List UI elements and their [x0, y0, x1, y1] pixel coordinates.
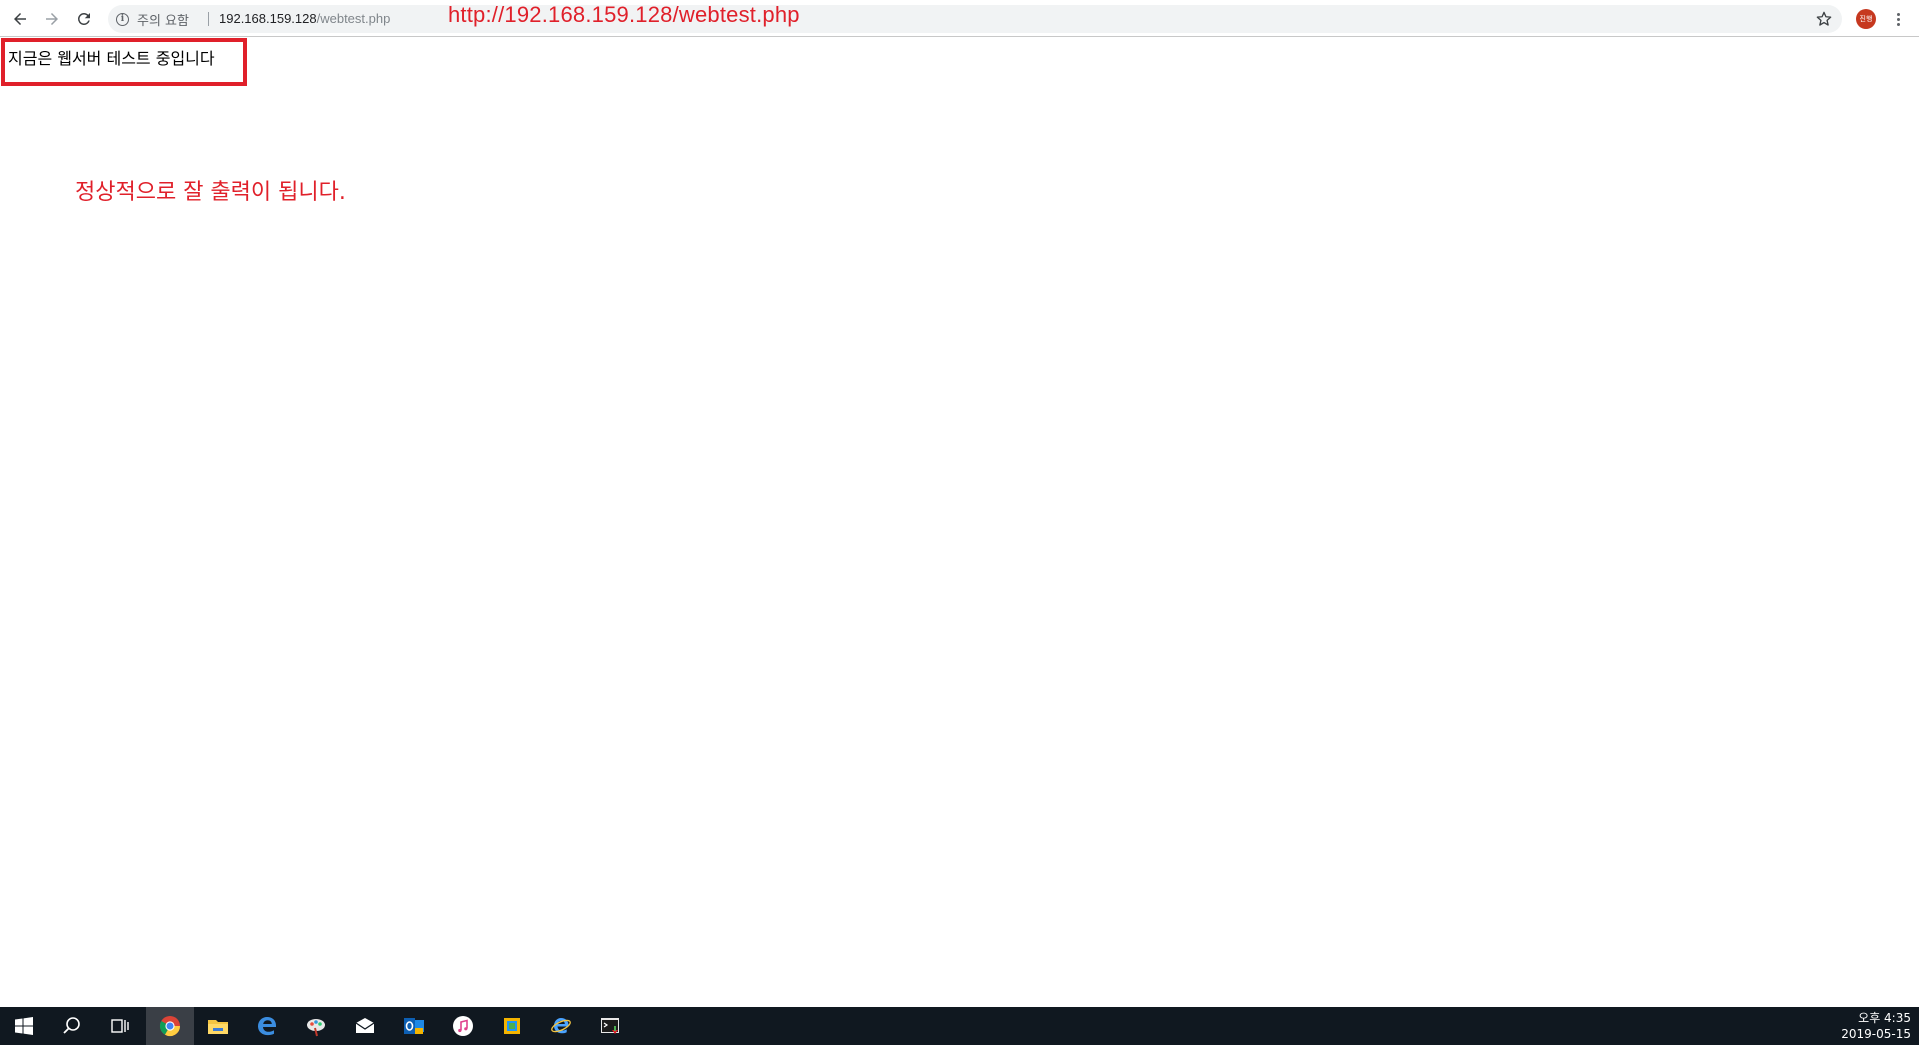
clock-date: 2019-05-15 — [1841, 1027, 1911, 1041]
url-path: /webtest.php — [316, 11, 391, 26]
windows-logo-icon — [15, 1017, 33, 1035]
url-text[interactable]: 192.168.159.128/webtest.php — [219, 5, 390, 33]
taskbar-edge[interactable] — [243, 1007, 291, 1045]
browser-toolbar: i 주의 요함 192.168.159.128/webtest.php http… — [0, 0, 1919, 37]
mail-icon — [355, 1018, 375, 1033]
bookmark-star-button[interactable] — [1814, 9, 1834, 29]
chrome-icon — [159, 1016, 181, 1037]
taskbar-terminal[interactable] — [586, 1007, 634, 1045]
info-icon: i — [116, 12, 129, 26]
paint-icon — [307, 1019, 325, 1037]
folder-icon — [208, 1020, 228, 1034]
page-body-text: 지금은 웹서버 테스트 중입니다 — [8, 49, 215, 68]
task-view-icon — [111, 1019, 129, 1033]
security-label: 주의 요함 — [137, 13, 189, 29]
task-view-button[interactable] — [96, 1007, 144, 1045]
taskbar-chrome[interactable] — [146, 1007, 194, 1045]
url-separator — [208, 12, 209, 26]
browser-menu-button[interactable] — [1888, 8, 1908, 30]
kebab-dot — [1896, 12, 1900, 16]
taskbar-itunes[interactable] — [439, 1007, 487, 1045]
profile-initials: 진행 — [1859, 15, 1873, 23]
itunes-icon — [453, 1016, 473, 1036]
site-info-button[interactable]: i 주의 요함 — [116, 5, 189, 33]
arrow-left-icon — [14, 13, 26, 25]
kebab-dot — [1896, 22, 1900, 26]
system-clock[interactable]: 오후 4:35 2019-05-15 — [1841, 1010, 1911, 1042]
star-icon — [1816, 11, 1832, 26]
url-host: 192.168.159.128 — [219, 11, 317, 26]
taskbar-store[interactable] — [488, 1007, 536, 1045]
result-annotation: 정상적으로 잘 출력이 됩니다. — [75, 180, 346, 205]
taskbar-mail[interactable] — [341, 1007, 389, 1045]
edge-icon — [258, 1017, 276, 1036]
reload-icon — [77, 12, 90, 25]
taskbar-search-button[interactable] — [48, 1007, 96, 1045]
taskbar-outlook[interactable] — [390, 1007, 438, 1045]
url-annotation: http://192.168.159.128/webtest.php — [448, 2, 800, 27]
reload-button[interactable] — [70, 5, 98, 33]
back-button[interactable] — [6, 5, 34, 33]
terminal-icon — [601, 1018, 619, 1034]
outlook-icon — [404, 1018, 424, 1034]
clock-time: 오후 4:35 — [1858, 1011, 1911, 1025]
forward-button[interactable] — [38, 5, 66, 33]
start-button[interactable] — [0, 1007, 48, 1045]
ie-icon — [551, 1018, 571, 1034]
kebab-dot — [1896, 17, 1900, 21]
taskbar-paint[interactable] — [292, 1007, 340, 1045]
taskbar-internet-explorer[interactable] — [537, 1007, 585, 1045]
arrow-right-icon — [46, 13, 58, 25]
profile-avatar[interactable]: 진행 — [1856, 9, 1876, 29]
address-bar[interactable]: i 주의 요함 192.168.159.128/webtest.php — [108, 5, 1842, 33]
store-icon — [504, 1018, 520, 1034]
page-viewport: 지금은 웹서버 테스트 중입니다 정상적으로 잘 출력이 됩니다. — [0, 37, 1919, 1007]
taskbar-file-explorer[interactable] — [194, 1007, 242, 1045]
windows-taskbar: 오후 4:35 2019-05-15 — [0, 1007, 1919, 1045]
search-icon — [63, 1017, 80, 1034]
